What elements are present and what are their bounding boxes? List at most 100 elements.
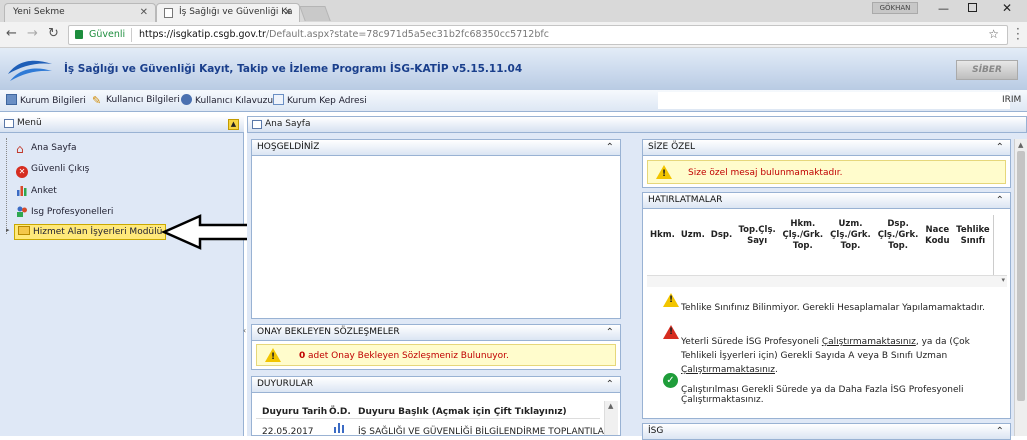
kullanici-kilavuzu-button[interactable]: Kullanıcı Kılavuzu [181,94,273,107]
note-link[interactable]: Çalıştırmamaktasınız [822,337,916,347]
browser-menu-icon[interactable]: · · · [1016,23,1020,45]
browser-tab-active[interactable]: İş Sağlığı ve Güvenliği Ka ✕ [156,3,300,22]
col-header: Dsp. [710,230,733,240]
menu-item-label: Güvenli Çıkış [31,164,90,174]
col-header: Hkm. Çlş./Grk. Top. [782,219,824,251]
menu-item-guvenli-cikis[interactable]: ✕ Güvenli Çıkış [16,163,89,178]
horizontal-scrollbar[interactable]: ▾ [647,275,1007,287]
col-header: Tehlike Sınıfı [956,224,990,246]
note-text: Yeterli Sürede İSG Profesyoneli [681,337,822,347]
menu-item-label: Anket [31,186,57,196]
announcement-date: 22.05.2017 [262,427,314,436]
personal-message: Size özel mesaj bulunmamaktadır. [688,168,843,178]
toolbar-blank-area [658,92,1010,109]
restore-icon[interactable] [968,3,977,12]
menu-item-label: Ana Sayfa [31,143,77,153]
app-toolbar: Kurum Bilgileri ✎ Kullanıcı Bilgileri Kul… [0,90,1027,112]
collapse-menu-button[interactable]: ▲ [228,119,239,130]
url-input[interactable]: Güvenli https://isgkatip.csgb.gov.tr/Def… [68,25,1008,45]
isg-panel-header: İSG ⌃ [642,423,1011,440]
ministry-logo-icon [8,60,52,81]
toolbar-label: Kullanıcı Kılavuzu [195,96,274,106]
page-scrollbar[interactable]: ▲ [1014,139,1027,436]
pending-panel-body: 0 adet Onay Bekleyen Sözleşmeniz Bulunuy… [251,341,621,370]
warning-icon [663,293,679,307]
menu-header: Menü ▲ [0,116,244,133]
collapse-chevron-icon[interactable]: ⌃ [996,140,1004,155]
menu-item-ana-sayfa[interactable]: ⌂ Ana Sayfa [16,142,76,155]
menu-title: Menü [17,118,42,128]
splitter-handle[interactable]: ‹ [243,326,246,335]
pending-message: adet Onay Bekleyen Sözleşmeniz Bulunuyor… [308,351,509,361]
note-link[interactable]: Çalıştırmamaktasınız [681,365,775,375]
tab-ana-sayfa[interactable]: Ana Sayfa [265,119,310,129]
col-header-od: Ö.D. [329,407,351,417]
building-icon [6,94,17,105]
close-icon[interactable]: ✕ [140,4,148,21]
back-icon[interactable]: ← [6,26,17,41]
forward-icon[interactable]: → [27,26,38,41]
page-icon [164,8,173,18]
close-icon[interactable]: ✕ [284,4,292,21]
url-host: https://isgkatip.csgb.gov.tr [139,29,266,40]
menu-item-label: Isg Profesyonelleri [31,207,114,217]
panel-title: ONAY BEKLEYEN SÖZLEŞMELER [257,327,400,337]
menu-item-anket[interactable]: Anket [16,184,57,197]
personal-warning: Size özel mesaj bulunmamaktadır. [647,160,1006,184]
panel-title: HATIRLATMALAR [648,195,723,205]
reminder-note-1: Tehlike Sınıfınız Bilinmiyor. Gerekli He… [681,303,985,313]
collapse-chevron-icon[interactable]: ⌃ [996,193,1004,208]
expand-arrow-icon[interactable]: ▸ [6,226,10,234]
pending-panel-header: ONAY BEKLEYEN SÖZLEŞMELER ⌃ [251,324,621,341]
browser-tab-new[interactable]: Yeni Sekme ✕ [4,3,156,22]
bar-chart-icon [17,186,27,196]
panel-title: HOŞGELDİNİZ [257,142,320,152]
tree-line [6,138,7,234]
announcements-scrollbar[interactable]: ▲ [604,401,618,435]
profile-badge[interactable]: GÖKHAN [872,2,918,14]
bookmark-star-icon[interactable]: ☆ [988,27,999,41]
col-header: Top.Çlş. Sayı [738,224,776,246]
collapse-chevron-icon[interactable]: ⌃ [996,424,1004,439]
kullanici-bilgileri-button[interactable]: ✎ Kullanıcı Bilgileri [92,94,180,106]
personal-panel-body: Size özel mesaj bulunmamaktadır. [642,156,1011,188]
column-splitter[interactable] [626,139,636,436]
siber-logo: SİBER [956,60,1018,80]
browser-tab-label: Yeni Sekme [13,7,65,17]
app-banner: İş Sağlığı ve Güvenliği Kayıt, Takip ve … [0,48,1027,90]
reminders-header-row: Hkm. Uzm. Dsp. Top.Çlş. Sayı Hkm. Çlş./G… [647,219,993,252]
collapse-chevron-icon[interactable]: ⌃ [606,140,614,155]
note-text: . [775,365,778,375]
kurum-bilgileri-button[interactable]: Kurum Bilgileri [6,94,86,107]
panel-title: SİZE ÖZEL [648,142,696,152]
col-header: Nace Kodu [925,224,950,246]
personal-panel-header: SİZE ÖZEL ⌃ [642,139,1011,156]
minimize-icon[interactable]: — [938,2,949,15]
announcements-header-row: Duyuru Tarih Ö.D. Duyuru Başlık (Açmak i… [256,401,600,419]
tools-icon: ✎ [92,94,102,107]
scrollbar-thumb[interactable] [1017,151,1025,401]
reload-icon[interactable]: ↻ [48,26,59,41]
new-tab-button[interactable] [299,6,331,21]
menu-item-isg-profesyonelleri[interactable]: Isg Profesyonelleri [16,205,113,218]
col-header: Uzm. [680,230,705,240]
mail-icon [273,94,284,105]
kurum-kep-adresi-button[interactable]: Kurum Kep Adresi [273,94,367,107]
welcome-panel-body [251,156,621,319]
table-row[interactable]: 22.05.2017 İŞ SAĞLIĞI VE GÜVENLİĞİ BİLGİ… [256,423,613,436]
col-header-title: Duyuru Başlık (Açmak için Çift Tıklayını… [358,407,567,417]
url-divider [131,28,132,42]
error-icon [663,325,679,339]
exit-icon: ✕ [16,166,28,178]
url-path: /Default.aspx?state=78c971d5a5ec31b2fc68… [265,29,549,40]
collapse-chevron-icon[interactable]: ⌃ [606,325,614,340]
collapse-chevron-icon[interactable]: ⌃ [606,377,614,392]
warning-icon [265,348,281,364]
menu-item-hizmet-alan-isyerleri[interactable]: Hizmet Alan İşyerleri Modülü [14,224,167,240]
reminder-note-3: Çalıştırılması Gerekli Sürede ya da Daha… [681,385,964,405]
menu-icon [4,119,14,128]
pending-warning: 0 adet Onay Bekleyen Sözleşmeniz Bulunuy… [256,344,616,366]
window-close-icon[interactable]: ✕ [1002,1,1012,15]
toolbar-label: Kurum Bilgileri [20,96,86,106]
bar-chart-icon [334,421,344,433]
